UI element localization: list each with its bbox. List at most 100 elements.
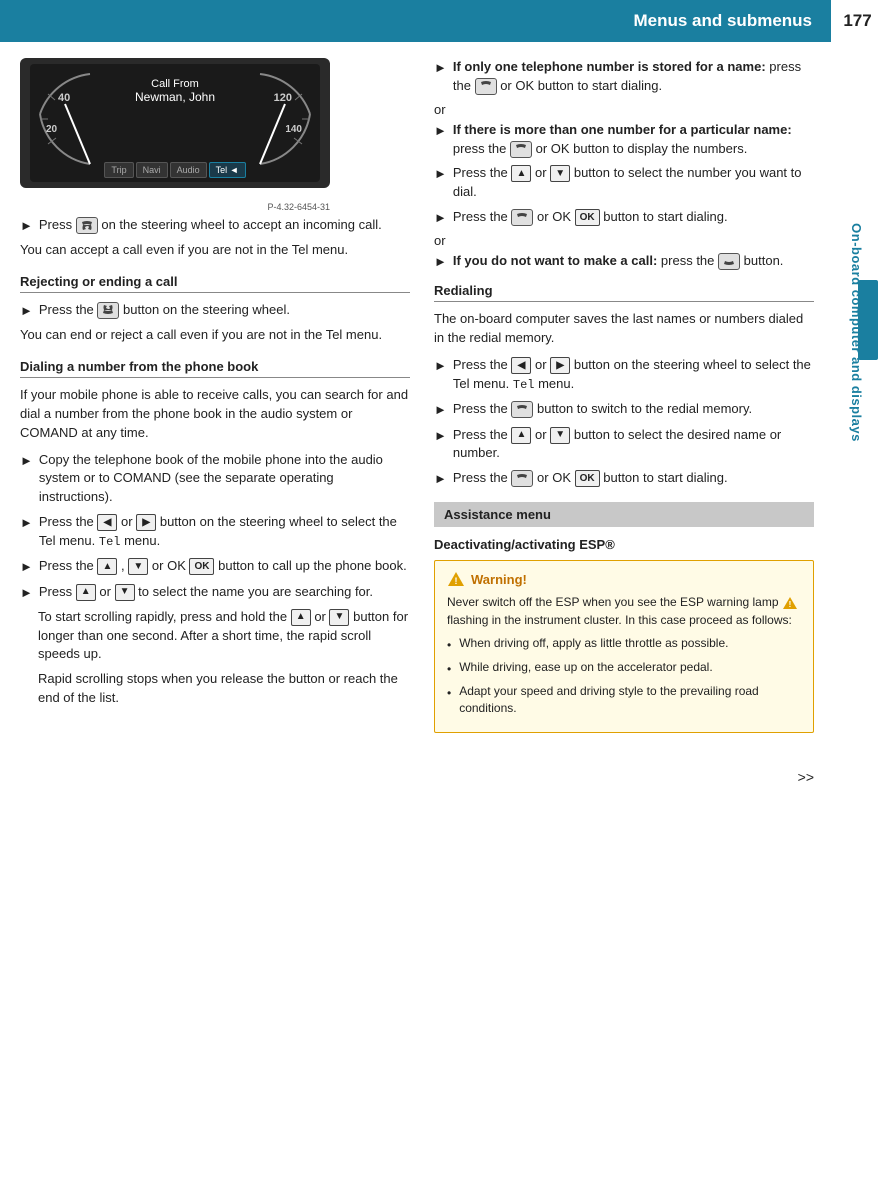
svg-text:!: ! — [789, 600, 792, 609]
warning-body: Never switch off the ESP when you see th… — [447, 593, 801, 629]
accept-call-text: Press on the steering wheel to accept an… — [39, 216, 410, 235]
page-header: Menus and submenus 177 — [0, 0, 884, 42]
phone-accept-icon2 — [475, 78, 497, 95]
reject-heading: Rejecting or ending a call — [20, 274, 410, 293]
up-arrow-right: ▲ — [511, 165, 531, 182]
dot-icon-3: • — [447, 685, 451, 702]
bullet-arrow-reject: ► — [20, 302, 33, 320]
speed-140: 140 — [285, 124, 302, 135]
down-arrow-icon-pb4: ▼ — [115, 584, 135, 601]
call-display: Call From Newman, John — [135, 78, 215, 104]
down-arrow-icon-pb3: ▼ — [128, 558, 148, 575]
dot-icon-1: • — [447, 637, 451, 654]
pb-step2-text: Press the ◀ or ▶ button on the steering … — [39, 513, 410, 551]
right-arrow-rd: ▶ — [550, 357, 570, 374]
warning-bullet-text-2: While driving, ease up on the accelerato… — [459, 659, 712, 676]
left-arrow-rd: ◀ — [511, 357, 531, 374]
scroll-note2: Rapid scrolling stops when you release t… — [38, 670, 410, 708]
bullet-arrow-pb2: ► — [20, 514, 33, 532]
accept-call-note: You can accept a call even if you are no… — [20, 241, 410, 260]
up-arrow-icon-pb4: ▲ — [76, 584, 96, 601]
nav-bar: Trip Navi Audio Tel ◄ — [55, 162, 295, 178]
pb-step1: ► Copy the telephone book of the mobile … — [20, 451, 410, 508]
bullet-arrow-rd2: ► — [434, 401, 447, 419]
bullet-arrow-pb3: ► — [20, 558, 33, 576]
bullet-arrow-one: ► — [434, 59, 447, 77]
down-arrow-scroll: ▼ — [329, 609, 349, 626]
up-arrow-rd3: ▲ — [511, 427, 531, 444]
rd-step1-text: Press the ◀ or ▶ button on the steering … — [453, 356, 814, 394]
phone-accept-icon3 — [510, 141, 532, 158]
rd-step1: ► Press the ◀ or ▶ button on the steerin… — [434, 356, 814, 394]
no-call-text: If you do not want to make a call: press… — [453, 252, 814, 271]
warning-triangle-icon: ! — [447, 571, 465, 587]
start-dial: ► Press the or OK OK button to start dia… — [434, 208, 814, 227]
ok-icon-rd4: OK — [575, 470, 600, 487]
bullet-arrow-accept: ► — [20, 217, 33, 235]
bullet-arrow-rd1: ► — [434, 357, 447, 375]
accept-call-bullet: ► Press on the steering wheel to accept … — [20, 216, 410, 235]
phone-end-icon2 — [718, 253, 740, 270]
phone-book-heading: Dialing a number from the phone book — [20, 359, 410, 378]
rd-step3: ► Press the ▲ or ▼ button to select the … — [434, 426, 814, 464]
nav-trip: Trip — [104, 162, 133, 178]
bullet-arrow-pb1: ► — [20, 452, 33, 470]
rd-step2-text: Press the button to switch to the redial… — [453, 400, 814, 419]
or-2: or — [434, 233, 814, 248]
right-arrow-icon: ▶ — [136, 514, 156, 531]
nav-navi: Navi — [136, 162, 168, 178]
phone-accept-rd2 — [511, 401, 533, 418]
call-line1: Call From — [135, 78, 215, 90]
up-down-text: Press the ▲ or ▼ button to select the nu… — [453, 164, 814, 202]
warning-bullet-1: • When driving off, apply as little thro… — [447, 635, 801, 654]
bullet-arrow-dial: ► — [434, 209, 447, 227]
reject-text: Press the button on the steering wheel. — [39, 301, 410, 320]
pb-step2: ► Press the ◀ or ▶ button on the steerin… — [20, 513, 410, 551]
if-more-number: ► If there is more than one number for a… — [434, 121, 814, 159]
speed-120: 120 — [274, 92, 292, 104]
if-more-text: If there is more than one number for a p… — [453, 121, 814, 159]
main-content: 40 120 20 140 Call From Newman, John Tri… — [0, 42, 884, 759]
bullet-arrow-nocall: ► — [434, 253, 447, 271]
down-arrow-rd3: ▼ — [550, 427, 570, 444]
if-one-number: ► If only one telephone number is stored… — [434, 58, 814, 96]
warning-box: ! Warning! Never switch off the ESP when… — [434, 560, 814, 732]
pb-step4: ► Press ▲ or ▼ to select the name you ar… — [20, 583, 410, 602]
nav-audio: Audio — [170, 162, 207, 178]
redialing-heading: Redialing — [434, 283, 814, 302]
dashboard-inner: 40 120 20 140 Call From Newman, John Tri… — [30, 64, 320, 182]
right-column: ► If only one telephone number is stored… — [434, 58, 824, 743]
pb-step3-text: Press the ▲ , ▼ or OK OK button to call … — [39, 557, 410, 576]
phone-accept-icon4 — [511, 209, 533, 226]
deactivating-heading: Deactivating/activating ESP® — [434, 537, 814, 552]
warning-bullets-container: • When driving off, apply as little thro… — [447, 635, 801, 716]
speed-20: 20 — [46, 124, 57, 135]
start-dial-text: Press the or OK OK button to start diali… — [453, 208, 814, 227]
header-title-area: Menus and submenus — [0, 0, 828, 42]
up-arrow-icon-pb3: ▲ — [97, 558, 117, 575]
pb-step3: ► Press the ▲ , ▼ or OK OK button to cal… — [20, 557, 410, 576]
warning-bullet-3: • Adapt your speed and driving style to … — [447, 683, 801, 717]
warning-title: ! Warning! — [447, 571, 801, 587]
left-column: 40 120 20 140 Call From Newman, John Tri… — [20, 58, 410, 743]
rd-step4: ► Press the or OK OK button to start dia… — [434, 469, 814, 488]
phone-book-intro: If your mobile phone is able to receive … — [20, 386, 410, 443]
up-down-select: ► Press the ▲ or ▼ button to select the … — [434, 164, 814, 202]
rd-step2: ► Press the button to switch to the redi… — [434, 400, 814, 419]
phone-end-icon — [97, 302, 119, 319]
bullet-arrow-rd3: ► — [434, 427, 447, 445]
or-1: or — [434, 102, 814, 117]
nav-tel: Tel ◄ — [209, 162, 246, 178]
svg-text:!: ! — [455, 576, 458, 586]
down-arrow-right: ▼ — [550, 165, 570, 182]
reject-note: You can end or reject a call even if you… — [20, 326, 410, 345]
image-reference: P-4.32-6454-31 — [20, 202, 330, 212]
page-title: Menus and submenus — [633, 11, 812, 31]
redialing-intro: The on-board computer saves the last nam… — [434, 310, 814, 348]
warning-bullet-text-1: When driving off, apply as little thrott… — [459, 635, 728, 652]
call-name: Newman, John — [135, 90, 215, 104]
scroll-note: To start scrolling rapidly, press and ho… — [38, 608, 410, 665]
ok-icon-pb3: OK — [189, 558, 214, 575]
no-call: ► If you do not want to make a call: pre… — [434, 252, 814, 271]
page-number: 177 — [828, 0, 884, 42]
